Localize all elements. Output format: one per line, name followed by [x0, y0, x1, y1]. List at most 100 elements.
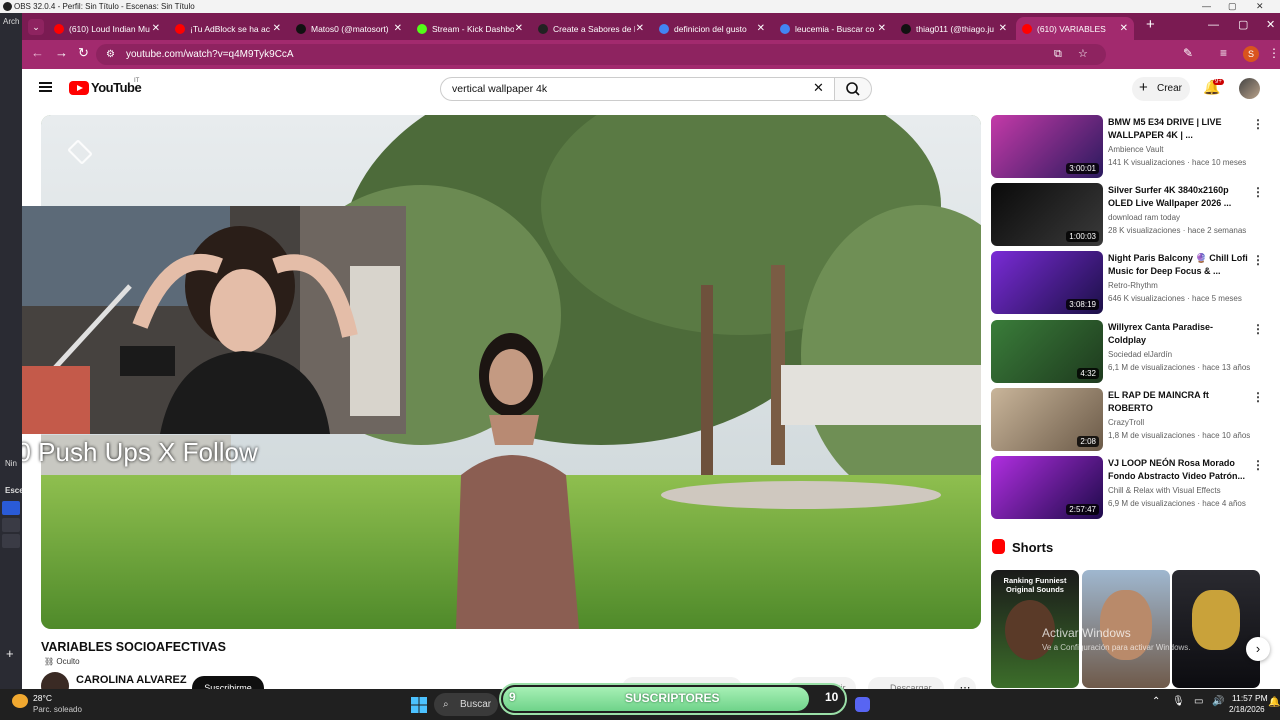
site-info-icon[interactable]: ⚙ — [106, 44, 115, 65]
youtube-logo-icon[interactable] — [69, 81, 89, 95]
channel-avatar[interactable] — [41, 672, 69, 689]
more-actions-icon[interactable]: ⋯ — [954, 677, 976, 689]
forward-arrow-icon[interactable]: → — [55, 45, 68, 60]
tab-close-icon[interactable]: ✕ — [515, 23, 523, 34]
recommended-video[interactable]: 4:32 Willyrex Canta Paradise- Coldplay Soc… — [991, 320, 1271, 384]
clock-date[interactable]: 2/18/2026 — [1229, 705, 1265, 714]
channel-name[interactable]: Ambience Vault — [1108, 145, 1163, 154]
video-thumbnail[interactable]: 3:08:19 — [991, 251, 1103, 314]
channel-name[interactable]: CrazyTroll — [1108, 418, 1144, 427]
video-thumbnail[interactable]: 2:08 — [991, 388, 1103, 451]
activate-windows-title: Activar Windows — [1042, 626, 1131, 640]
channel-name[interactable]: Sociedad elJardín — [1108, 350, 1172, 359]
account-avatar[interactable] — [1239, 78, 1260, 99]
search-input[interactable]: vertical wallpaper 4k — [440, 77, 835, 101]
browser-tab[interactable]: Stream - Kick Dashbo ✕ — [411, 17, 529, 40]
clear-search-icon[interactable]: ✕ — [813, 80, 824, 96]
more-options-icon[interactable]: ⋮ — [1252, 390, 1264, 404]
hamburger-menu-icon[interactable] — [39, 82, 52, 92]
browser-tab[interactable]: ¡Tu AdBlock se ha ac ✕ — [169, 17, 287, 40]
create-button[interactable]: + Crear — [1132, 77, 1190, 101]
recommended-video[interactable]: 1:00:03 Silver Surfer 4K 3840x2160p OLED … — [991, 183, 1271, 247]
tab-close-icon[interactable]: ✕ — [152, 23, 160, 34]
video-thumbnail[interactable]: 4:32 — [991, 320, 1103, 383]
recommended-video[interactable]: 2:08 EL RAP DE MAINCRA ft ROBERTO CrazyTro… — [991, 388, 1271, 452]
microphone-icon[interactable]: 🎙 — [1172, 696, 1185, 707]
browser-tab[interactable]: (610) Loud Indian Mu ✕ — [48, 17, 166, 40]
weather-desc[interactable]: Parc. soleado — [33, 705, 82, 714]
channel-name[interactable]: Retro-Rhythm — [1108, 281, 1158, 290]
video-title[interactable]: EL RAP DE MAINCRA ft ROBERTO — [1108, 389, 1248, 415]
short-card[interactable] — [1172, 570, 1260, 688]
clock-time[interactable]: 11:57 PM — [1232, 693, 1268, 703]
browser-tab[interactable]: thiag011 (@thiago.ju ✕ — [895, 17, 1013, 40]
browser-tab[interactable]: leucemia - Buscar co ✕ — [774, 17, 892, 40]
obs-scene-item[interactable] — [2, 518, 20, 532]
browser-tab[interactable]: (610) VARIABLES ✕ — [1016, 17, 1134, 40]
browser-tab[interactable]: Create a Sabores de I ✕ — [532, 17, 650, 40]
volume-icon[interactable]: 🔊 — [1212, 696, 1224, 707]
more-options-icon[interactable]: ⋮ — [1252, 458, 1264, 472]
tab-close-icon[interactable]: ✕ — [636, 23, 644, 34]
back-arrow-icon[interactable]: ← — [31, 45, 44, 60]
recommended-video[interactable]: 3:08:19 Night Paris Balcony 🔮 Chill Lofi … — [991, 251, 1271, 315]
notification-center-icon[interactable]: 🔔 — [1268, 697, 1280, 708]
obs-add-scene-button[interactable]: + — [6, 646, 14, 661]
video-thumbnail[interactable]: 3:00:01 — [991, 115, 1103, 178]
bookmark-star-icon[interactable]: ☆ — [1078, 44, 1088, 65]
channel-name[interactable]: CAROLINA ALVAREZ — [76, 674, 187, 686]
tab-close-icon[interactable]: ✕ — [878, 23, 886, 34]
channel-name[interactable]: Chill & Relax with Visual Effects — [1108, 486, 1221, 495]
tab-close-icon[interactable]: ✕ — [999, 23, 1007, 34]
obs-scene-item[interactable] — [2, 501, 20, 515]
recommended-video[interactable]: 3:00:01 BMW M5 E34 DRIVE | LIVE WALLPAPER… — [991, 115, 1271, 179]
video-title[interactable]: Willyrex Canta Paradise- Coldplay — [1108, 321, 1248, 347]
obs-menu-label[interactable]: Arch — [3, 17, 19, 26]
download-button[interactable]: Descargar — [868, 677, 944, 689]
video-title[interactable]: Silver Surfer 4K 3840x2160p OLED Live Wa… — [1108, 184, 1248, 210]
url-bar[interactable]: ⚙ youtube.com/watch?v=q4M9Tyk9CcA ⧉ ☆ — [96, 44, 1106, 65]
reload-icon[interactable]: ↻ — [78, 45, 89, 61]
more-options-icon[interactable]: ⋮ — [1252, 185, 1264, 199]
obs-scene-item[interactable] — [2, 534, 20, 548]
start-button[interactable] — [411, 697, 427, 713]
obs-close-icon[interactable]: ✕ — [1256, 0, 1264, 13]
tray-chevron-icon[interactable]: ⌃ — [1152, 696, 1160, 707]
extensions-icon[interactable]: ✎ — [1183, 46, 1193, 60]
more-options-icon[interactable]: ⋮ — [1252, 253, 1264, 267]
obs-minimize-icon[interactable]: — — [1202, 0, 1211, 13]
search-button[interactable] — [835, 77, 872, 101]
window-close-icon[interactable]: ✕ — [1266, 18, 1275, 31]
weather-icon[interactable] — [12, 694, 28, 708]
tab-close-icon[interactable]: ✕ — [1120, 23, 1128, 34]
tab-search-button[interactable]: ⌄ — [28, 19, 44, 35]
video-title[interactable]: BMW M5 E34 DRIVE | LIVE WALLPAPER 4K | .… — [1108, 116, 1248, 142]
video-title[interactable]: Night Paris Balcony 🔮 Chill Lofi Music f… — [1108, 252, 1248, 278]
browser-tab[interactable]: Matos0 (@matosort) ✕ — [290, 17, 408, 40]
window-maximize-icon[interactable]: ▢ — [1238, 18, 1248, 31]
tab-close-icon[interactable]: ✕ — [394, 23, 402, 34]
tab-close-icon[interactable]: ✕ — [273, 23, 281, 34]
more-options-icon[interactable]: ⋮ — [1252, 117, 1264, 131]
network-icon[interactable]: ▭ — [1194, 696, 1203, 707]
obs-side-panel: Arch Nin Esce + — [0, 13, 24, 689]
obs-maximize-icon[interactable]: ▢ — [1228, 0, 1237, 13]
discord-icon[interactable] — [855, 697, 870, 712]
new-tab-button[interactable]: + — [1146, 16, 1155, 33]
window-minimize-icon[interactable]: — — [1208, 19, 1219, 31]
subscribe-button[interactable]: Suscribirme — [192, 676, 264, 689]
weather-temp[interactable]: 28°C — [33, 693, 52, 703]
channel-name[interactable]: download ram today — [1108, 213, 1180, 222]
install-app-icon[interactable]: ⧉ — [1054, 44, 1062, 65]
browser-menu-icon[interactable]: ⋮ — [1268, 46, 1280, 60]
recommended-video[interactable]: 2:57:47 VJ LOOP NEÓN Rosa Morado Fondo Ab… — [991, 456, 1271, 520]
video-title[interactable]: VJ LOOP NEÓN Rosa Morado Fondo Abstracto… — [1108, 457, 1248, 483]
video-thumbnail[interactable]: 2:57:47 — [991, 456, 1103, 519]
profile-avatar[interactable]: S — [1243, 46, 1259, 62]
media-control-icon[interactable]: ≡ — [1220, 46, 1227, 60]
tab-close-icon[interactable]: ✕ — [757, 23, 765, 34]
more-options-icon[interactable]: ⋮ — [1252, 322, 1264, 336]
taskbar-search[interactable]: ⌕ Buscar — [434, 693, 498, 716]
browser-tab[interactable]: definicion del gusto ✕ — [653, 17, 771, 40]
video-thumbnail[interactable]: 1:00:03 — [991, 183, 1103, 246]
